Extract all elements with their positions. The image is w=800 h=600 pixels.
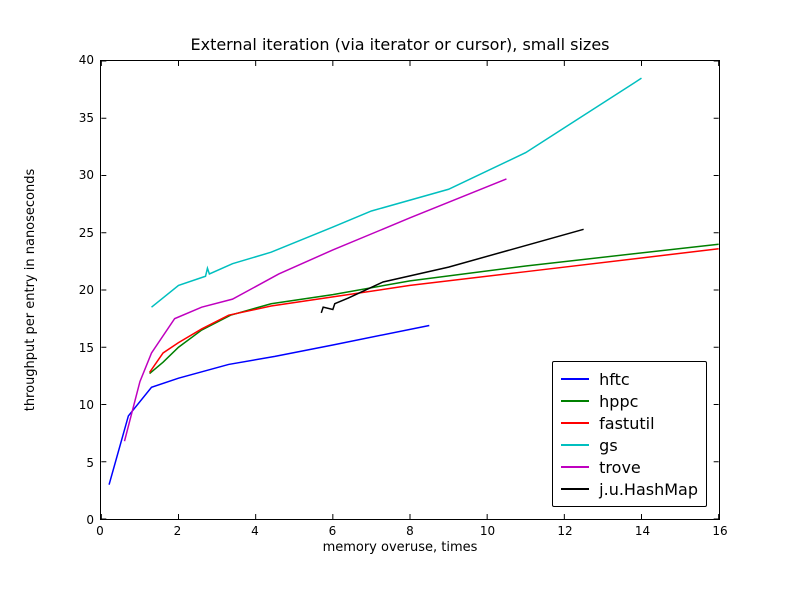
series-line (150, 249, 719, 373)
x-tick-label: 16 (712, 524, 727, 538)
legend-label: gs (599, 436, 618, 455)
legend-item: hppc (561, 390, 698, 412)
legend-label: j.u.HashMap (599, 480, 698, 499)
legend-item: trove (561, 456, 698, 478)
y-tick-label: 30 (79, 168, 94, 182)
x-tick-label: 2 (174, 524, 182, 538)
legend-label: trove (599, 458, 641, 477)
y-tick-label: 5 (86, 456, 94, 470)
legend-label: hftc (599, 370, 630, 389)
y-axis-label: throughput per entry in nanoseconds (23, 169, 38, 412)
legend-swatch (561, 488, 589, 490)
y-tick-label: 25 (79, 226, 94, 240)
x-tick-label: 10 (480, 524, 495, 538)
x-tick-label: 8 (406, 524, 414, 538)
legend-swatch (561, 422, 589, 424)
chart-figure: External iteration (via iterator or curs… (0, 0, 800, 600)
y-tick-label: 0 (86, 513, 94, 527)
legend-item: fastutil (561, 412, 698, 434)
y-tick-label: 20 (79, 283, 94, 297)
x-tick-label: 6 (329, 524, 337, 538)
y-tick-label: 40 (79, 53, 94, 67)
y-tick-label: 35 (79, 111, 94, 125)
series-line (109, 325, 429, 484)
series-line (321, 229, 583, 313)
legend-item: hftc (561, 368, 698, 390)
chart-axes: hftc hppc fastutil gs trove j.u.HashMap (100, 60, 720, 520)
legend-swatch (561, 466, 589, 468)
legend-label: fastutil (599, 414, 654, 433)
x-tick-label: 12 (557, 524, 572, 538)
y-tick-label: 10 (79, 398, 94, 412)
x-tick-label: 0 (96, 524, 104, 538)
x-tick-label: 4 (251, 524, 259, 538)
x-tick-label: 14 (635, 524, 650, 538)
legend-swatch (561, 400, 589, 402)
series-line (152, 78, 642, 307)
legend-box: hftc hppc fastutil gs trove j.u.HashMap (552, 361, 707, 507)
x-axis-label: memory overuse, times (0, 540, 800, 555)
legend-label: hppc (599, 392, 638, 411)
series-line (124, 179, 506, 441)
legend-item: gs (561, 434, 698, 456)
legend-swatch (561, 444, 589, 446)
legend-swatch (561, 378, 589, 380)
chart-title: External iteration (via iterator or curs… (0, 35, 800, 54)
y-tick-label: 15 (79, 341, 94, 355)
legend-item: j.u.HashMap (561, 478, 698, 500)
